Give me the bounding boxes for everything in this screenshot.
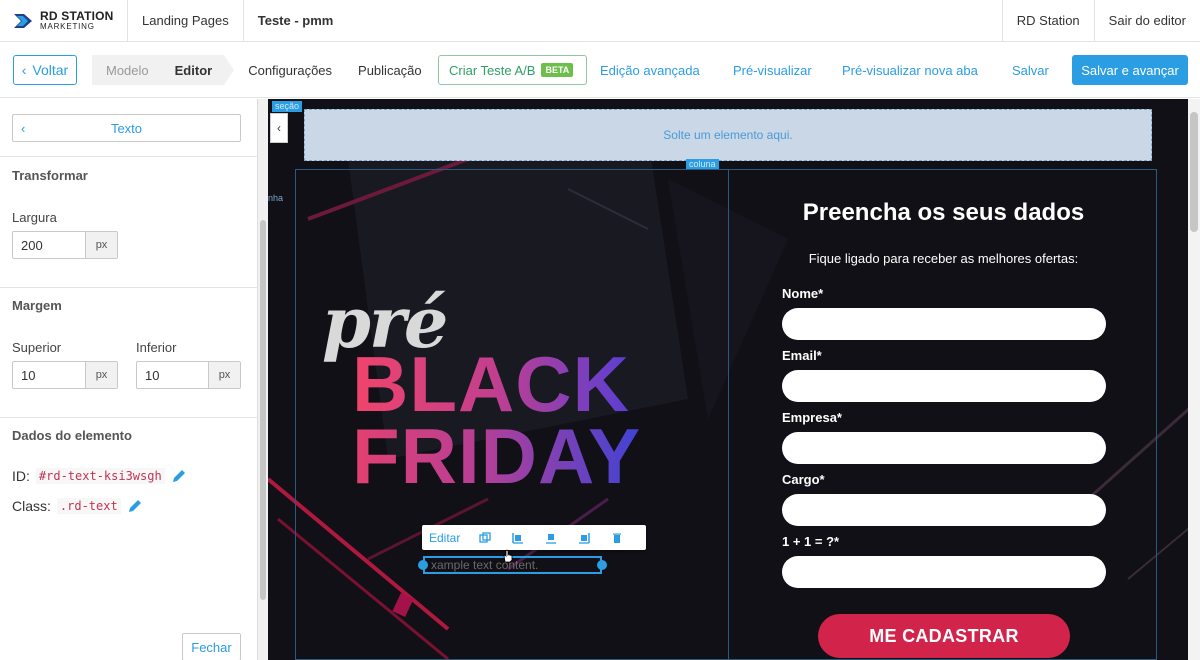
id-label: ID: — [12, 468, 30, 484]
element-id-row: ID: #rd-text-ksi3wsgh — [12, 468, 187, 484]
width-label: Largura — [12, 210, 57, 225]
step-configuracoes[interactable]: Configurações — [234, 55, 344, 85]
section-tag: seção — [272, 101, 303, 112]
element-data-title: Dados do elemento — [12, 428, 132, 443]
landing-pages-link[interactable]: Landing Pages — [128, 0, 244, 42]
element-class-row: Class: .rd-text — [12, 498, 143, 514]
margin-bottom-unit: px — [208, 362, 240, 388]
divider — [0, 417, 258, 418]
back-button[interactable]: ‹ Voltar — [13, 55, 77, 85]
chevron-left-icon: ‹ — [21, 62, 27, 78]
canvas-scrollbar-thumb[interactable] — [1190, 112, 1198, 232]
resize-handle-right[interactable] — [597, 560, 607, 570]
panel-scrollbar-thumb[interactable] — [260, 220, 266, 600]
pencil-icon[interactable] — [127, 498, 143, 514]
row-tag: nha — [268, 193, 284, 203]
duplicate-icon[interactable] — [468, 531, 501, 544]
editor-canvas[interactable]: ‹ seção Solte um elemento aqui. coluna n… — [268, 99, 1200, 660]
preview-new-tab-link[interactable]: Pré-visualizar nova aba — [842, 55, 978, 85]
field-label-captcha: 1 + 1 = ?* — [782, 534, 840, 549]
margin-top-label: Superior — [12, 340, 62, 355]
field-label-email: Email* — [782, 348, 822, 363]
hand-cursor-icon — [503, 549, 513, 563]
align-left-icon[interactable] — [501, 532, 534, 544]
rd-station-logo[interactable]: RD STATION MARKETING — [0, 0, 128, 42]
role-field[interactable] — [782, 494, 1106, 526]
margin-top-input[interactable]: 10 px — [12, 361, 118, 389]
margin-bottom-label: Inferior — [136, 340, 177, 355]
beta-badge: BETA — [541, 63, 574, 77]
top-bar: RD STATION MARKETING Landing Pages Teste… — [0, 0, 1200, 42]
element-type-button[interactable]: ‹ Texto — [12, 114, 241, 142]
exit-editor-link[interactable]: Sair do editor — [1093, 0, 1200, 42]
step-arrow — [224, 55, 235, 85]
divider — [0, 287, 258, 288]
align-right-icon[interactable] — [567, 532, 600, 544]
chevron-left-icon: ‹ — [277, 121, 281, 135]
width-value[interactable]: 200 — [13, 232, 85, 258]
step-modelo[interactable]: Modelo — [92, 55, 161, 85]
margin-title: Margem — [12, 298, 62, 313]
close-panel-button[interactable]: Fechar — [182, 633, 241, 660]
field-label-empresa: Empresa* — [782, 410, 842, 425]
width-unit: px — [85, 232, 117, 258]
margin-top-value[interactable]: 10 — [13, 362, 85, 388]
form-subtitle: Fique ligado para receber as melhores of… — [808, 251, 1079, 266]
transform-title: Transformar — [12, 168, 88, 183]
trash-icon[interactable] — [600, 532, 633, 544]
logo-line1: RD STATION — [40, 9, 114, 23]
drop-zone[interactable]: Solte um elemento aqui. — [304, 109, 1152, 161]
divider — [0, 156, 258, 157]
step-breadcrumb: Modelo Editor Configurações Publicação — [92, 55, 434, 85]
advanced-edit-link[interactable]: Edição avançada — [600, 55, 700, 85]
page-title: Teste - pmm — [257, 13, 334, 28]
resize-handle-left[interactable] — [418, 560, 428, 570]
pencil-icon[interactable] — [171, 468, 187, 484]
id-value: #rd-text-ksi3wsgh — [35, 468, 165, 484]
element-type-label: Texto — [110, 120, 143, 136]
save-link[interactable]: Salvar — [1012, 55, 1049, 85]
save-continue-button[interactable]: Salvar e avançar — [1072, 55, 1188, 85]
element-mini-toolbar: Editar — [422, 525, 646, 550]
name-field[interactable] — [782, 308, 1106, 340]
editor-toolbar: ‹ Voltar Modelo Editor Configurações Pub… — [0, 42, 1200, 98]
collapse-panel-button[interactable]: ‹ — [270, 113, 288, 143]
margin-bottom-value[interactable]: 10 — [137, 362, 208, 388]
field-label-nome: Nome* — [782, 286, 824, 301]
width-input[interactable]: 200 px — [12, 231, 118, 259]
captcha-field[interactable] — [782, 556, 1106, 588]
company-field[interactable] — [782, 432, 1106, 464]
rd-station-link[interactable]: RD Station — [1001, 0, 1094, 42]
margin-bottom-input[interactable]: 10 px — [136, 361, 241, 389]
back-label: Voltar — [32, 62, 69, 78]
email-field[interactable] — [782, 370, 1106, 402]
step-editor[interactable]: Editor — [160, 55, 225, 85]
field-label-cargo: Cargo* — [782, 472, 825, 487]
chevron-left-icon: ‹ — [21, 120, 26, 136]
signup-button[interactable]: ME CADASTRAR — [818, 614, 1070, 658]
align-center-icon[interactable] — [534, 532, 567, 544]
rd-logo-icon — [14, 13, 32, 28]
edit-element-button[interactable]: Editar — [422, 531, 468, 545]
class-value: .rd-text — [56, 498, 121, 514]
margin-top-unit: px — [85, 362, 117, 388]
ab-test-label: Criar Teste A/B — [449, 62, 536, 78]
form-title: Preencha os seus dados — [802, 199, 1085, 226]
hero-friday-text: FRIDAY — [352, 412, 642, 500]
step-publicacao[interactable]: Publicação — [344, 55, 434, 85]
ab-test-button[interactable]: Criar Teste A/B BETA — [438, 55, 587, 85]
preview-link[interactable]: Pré-visualizar — [733, 55, 812, 85]
logo-line2: MARKETING — [40, 22, 95, 31]
class-label: Class: — [12, 498, 51, 514]
